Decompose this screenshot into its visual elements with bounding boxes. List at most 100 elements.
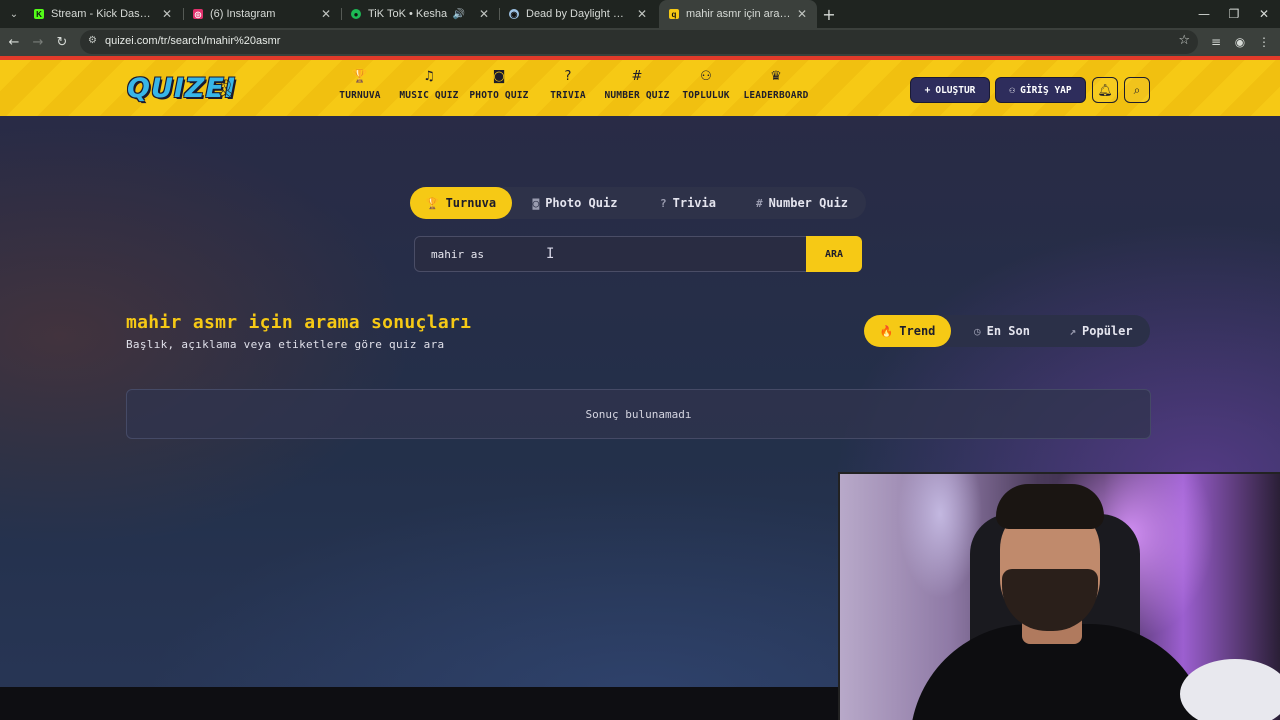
question-icon: ? — [564, 69, 572, 84]
sort-label: Trend — [899, 324, 936, 338]
spotify-icon: ● — [351, 9, 361, 19]
text-cursor-icon: I — [546, 246, 555, 262]
browser-tab-strip: ⌄ K Stream - Kick Dashboard ✕ ◎ (6) Inst… — [0, 0, 1280, 28]
close-icon[interactable]: ✕ — [162, 7, 172, 21]
tab-title: mahir asmr için arama sonuçları — [686, 8, 791, 20]
nav-label: NUMBER QUIZ — [604, 90, 670, 101]
camera-icon: ◙ — [492, 69, 506, 84]
site-info-icon[interactable]: ⚙ — [88, 35, 97, 46]
nav-label: LEADERBOARD — [743, 90, 809, 101]
nav-label: PHOTO QUIZ — [469, 90, 529, 101]
question-icon: ? — [660, 196, 667, 210]
window-close-icon[interactable]: ✕ — [1248, 0, 1280, 28]
close-icon[interactable]: ✕ — [797, 7, 807, 21]
kick-icon: K — [34, 9, 44, 19]
results-subtitle: Başlık, açıklama veya etiketlere göre qu… — [126, 338, 445, 351]
clock-icon: ◷ — [974, 324, 981, 338]
browser-tab-active[interactable]: q mahir asmr için arama sonuçları ✕ — [659, 0, 817, 28]
tab-label: Turnuva — [445, 196, 497, 210]
empty-results-text: Sonuç bulunamadı — [585, 407, 692, 421]
close-icon[interactable]: ✕ — [479, 7, 489, 21]
tab-title: (6) Instagram — [210, 8, 276, 20]
trending-up-icon: ↗ — [1069, 324, 1077, 338]
sort-label: En Son — [986, 324, 1030, 338]
tab-label: Trivia — [672, 196, 716, 210]
bell-icon[interactable]: 🔔︎ — [1092, 77, 1118, 103]
tab-label: Photo Quiz — [545, 196, 618, 210]
address-bar[interactable]: ⚙ quizei.com/tr/search/mahir%20asmr ☆ — [80, 30, 1198, 54]
hash-icon: # — [631, 69, 643, 84]
hash-icon: # — [755, 196, 763, 210]
steam-icon: ◉ — [509, 9, 519, 19]
forward-icon[interactable]: → — [28, 32, 48, 52]
quizei-icon: q — [669, 9, 679, 19]
fire-icon: 🔥 — [879, 324, 894, 338]
media-controls-icon[interactable]: ≡ — [1206, 32, 1226, 52]
browser-toolbar: ← → ↻ ⚙ quizei.com/tr/search/mahir%20asm… — [0, 28, 1280, 56]
sort-tabs: 🔥 Trend ◷ En Son ↗ Popüler — [864, 315, 1150, 347]
search-input[interactable] — [415, 237, 807, 271]
browser-tab[interactable]: ◉ Dead by Daylight Steam'de ✕ — [499, 0, 657, 28]
medal-icon: ♛ — [770, 69, 782, 84]
ribbon-icon: 🎗 — [215, 79, 237, 99]
minimize-icon[interactable]: — — [1188, 0, 1220, 28]
back-icon[interactable]: ← — [4, 32, 24, 52]
login-button[interactable]: ⚇ GİRİŞ YAP — [995, 77, 1086, 103]
nav-music-quiz[interactable]: ♫ MUSIC QUIZ — [398, 69, 460, 109]
sort-trend[interactable]: 🔥 Trend — [864, 315, 951, 347]
nav-photo-quiz[interactable]: ◙ PHOTO QUIZ — [468, 69, 530, 109]
webcam-foreground-object — [1180, 659, 1280, 720]
trophy-icon: 🏆 — [425, 196, 440, 210]
nav-trivia[interactable]: ? TRIVIA — [548, 69, 588, 109]
close-icon[interactable]: ✕ — [321, 7, 331, 21]
sort-en-son[interactable]: ◷ En Son — [960, 315, 1044, 347]
tab-title: Dead by Daylight Steam'de — [526, 8, 631, 20]
plus-icon: + — [924, 84, 931, 96]
search-button[interactable]: ARA — [806, 236, 862, 272]
search-icon[interactable]: ⌕ — [1124, 77, 1150, 103]
tab-number-quiz[interactable]: # Number Quiz — [744, 187, 860, 219]
menu-kebab-icon[interactable]: ⋮ — [1254, 32, 1274, 52]
speaker-icon[interactable]: 🔊 — [452, 9, 464, 20]
nav-topluluk[interactable]: ⚇ TOPLULUK — [682, 69, 730, 109]
camera-icon: ◙ — [532, 196, 540, 210]
nav-label: MUSIC QUIZ — [399, 90, 459, 101]
browser-tab[interactable]: ◎ (6) Instagram ✕ — [183, 0, 341, 28]
nav-label: TRIVIA — [550, 90, 586, 101]
sort-populer[interactable]: ↗ Popüler — [1056, 315, 1146, 347]
reload-icon[interactable]: ↻ — [52, 32, 72, 52]
tab-trivia[interactable]: ? Trivia — [646, 187, 730, 219]
user-icon: ⚇ — [1009, 84, 1016, 96]
browser-tab[interactable]: ● TiK ToK • Kesha 🔊 ✕ — [341, 0, 499, 28]
tab-photo-quiz[interactable]: ◙ Photo Quiz — [520, 187, 630, 219]
bookmark-star-icon[interactable]: ☆ — [1178, 33, 1190, 48]
category-tabs: 🏆 Turnuva ◙ Photo Quiz ? Trivia # Number… — [410, 187, 866, 219]
site-header: QUIZEI 🎗 🏆 TURNUVA ♫ MUSIC QUIZ ◙ PHOTO … — [0, 60, 1280, 116]
restore-icon[interactable]: ❐ — [1218, 0, 1250, 28]
sort-label: Popüler — [1082, 324, 1133, 338]
new-tab-icon[interactable]: + — [821, 4, 837, 24]
webcam-person-hair — [996, 484, 1104, 529]
trophy-icon: 🏆 — [351, 69, 369, 84]
tab-search-icon[interactable]: ⌄ — [4, 4, 24, 24]
nav-turnuva[interactable]: 🏆 TURNUVA — [338, 69, 382, 109]
webcam-overlay — [838, 472, 1280, 720]
results-title: mahir asmr için arama sonuçları — [126, 312, 472, 333]
url-text[interactable]: quizei.com/tr/search/mahir%20asmr — [105, 35, 280, 47]
tab-turnuva[interactable]: 🏆 Turnuva — [410, 187, 512, 219]
browser-tab[interactable]: K Stream - Kick Dashboard ✕ — [24, 0, 182, 28]
tab-label: Number Quiz — [768, 196, 849, 210]
create-label: OLUŞTUR — [935, 84, 976, 96]
login-label: GİRİŞ YAP — [1020, 84, 1072, 96]
create-button[interactable]: + OLUŞTUR — [910, 77, 990, 103]
instagram-icon: ◎ — [193, 9, 203, 19]
search-form: I ARA — [414, 236, 862, 272]
nav-number-quiz[interactable]: # NUMBER QUIZ — [604, 69, 670, 109]
nav-label: TOPLULUK — [682, 90, 730, 101]
users-icon: ⚇ — [700, 69, 712, 84]
nav-leaderboard[interactable]: ♛ LEADERBOARD — [743, 69, 809, 109]
close-icon[interactable]: ✕ — [637, 7, 647, 21]
music-note-icon: ♫ — [423, 69, 435, 84]
profile-icon[interactable]: ◉ — [1230, 32, 1250, 52]
tab-title: Stream - Kick Dashboard — [51, 8, 156, 20]
